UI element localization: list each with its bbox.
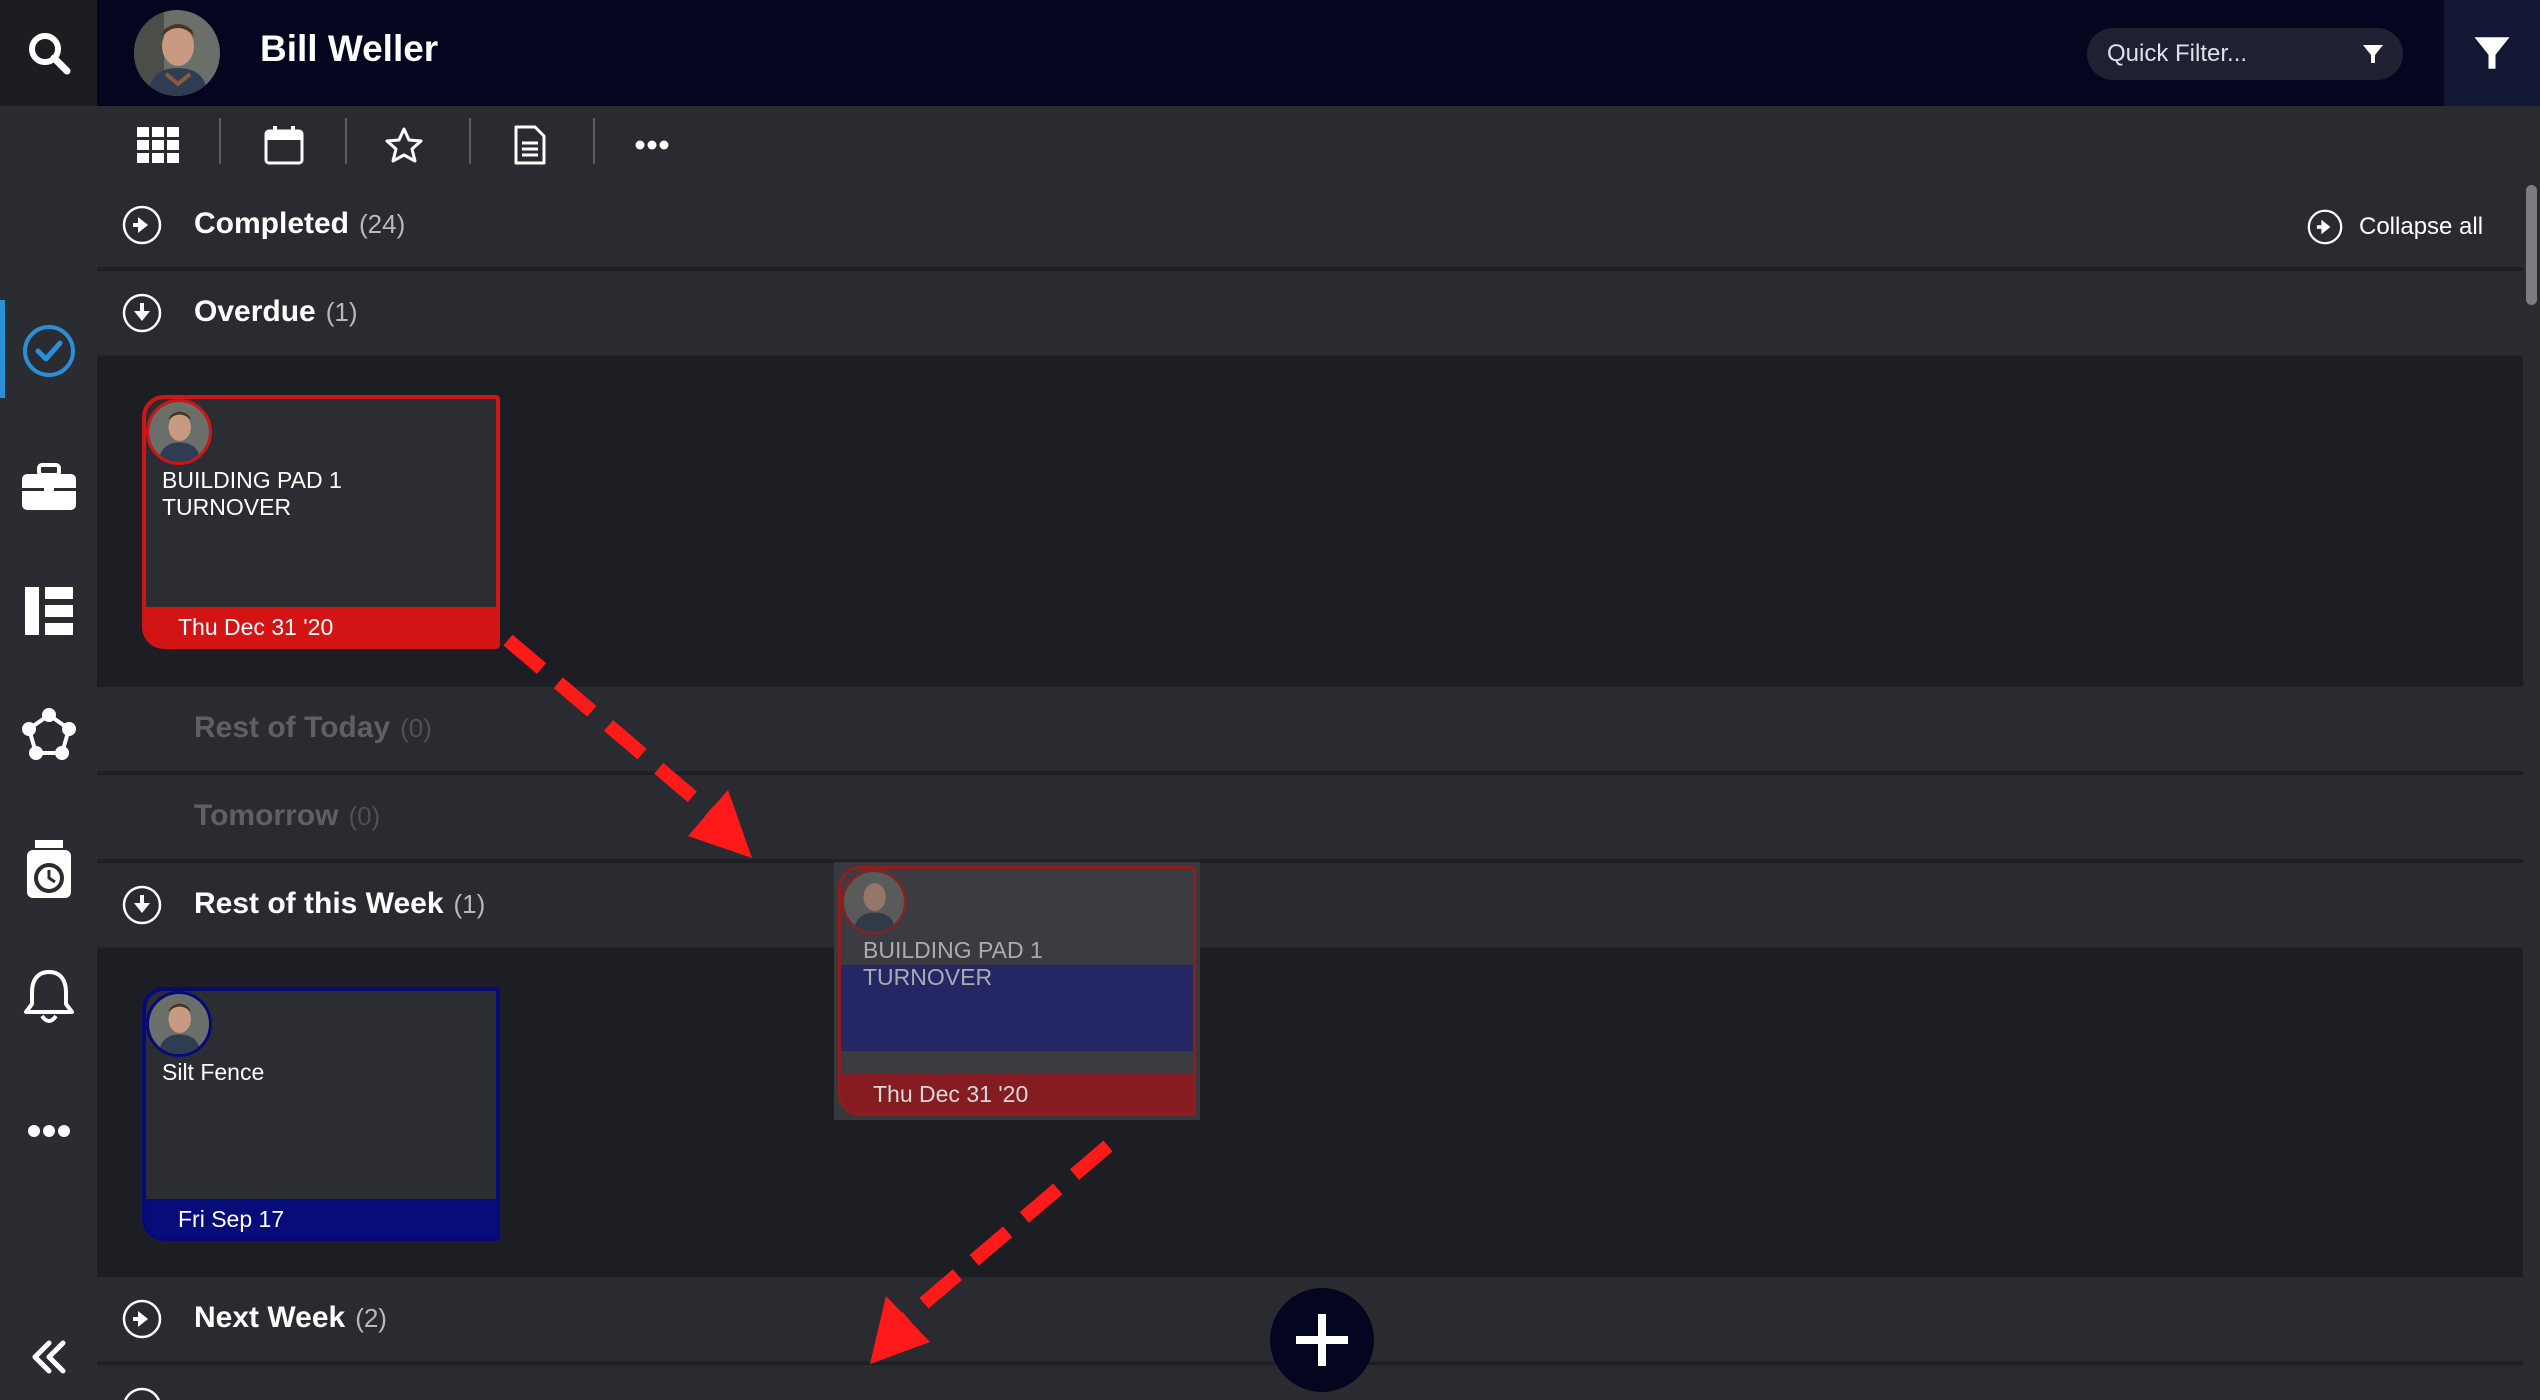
filter-icon bbox=[2363, 45, 2383, 63]
favorites-button[interactable] bbox=[379, 120, 429, 170]
collapse-arrow-icon[interactable] bbox=[122, 885, 162, 925]
app-window: Bill Weller Quick Filter... Completed (2… bbox=[0, 0, 2540, 1400]
group-overdue[interactable]: Overdue (1) bbox=[97, 271, 2523, 357]
user-photo bbox=[134, 10, 220, 96]
task-card[interactable]: BUILDING PAD 1 TURNOVER Thu Dec 31 '20 bbox=[142, 395, 500, 649]
document-icon bbox=[514, 125, 546, 165]
task-due-date: Thu Dec 31 '20 bbox=[873, 1081, 1029, 1107]
group-tomorrow: Tomorrow (0) bbox=[97, 775, 2523, 861]
user-photo bbox=[844, 872, 904, 932]
calendar-icon bbox=[264, 126, 304, 165]
task-due-bar: Fri Sep 17 bbox=[146, 1199, 496, 1237]
group-rest-of-today: Rest of Today (0) bbox=[97, 687, 2523, 773]
collapse-all-button[interactable]: Collapse all bbox=[2307, 207, 2483, 247]
search-icon bbox=[28, 33, 70, 75]
vertical-scrollbar[interactable] bbox=[2523, 183, 2540, 1400]
user-name: Bill Weller bbox=[260, 28, 439, 69]
check-circle-icon bbox=[22, 325, 75, 377]
toolbar-divider bbox=[345, 118, 347, 164]
expand-arrow-icon[interactable] bbox=[122, 1299, 162, 1339]
timer-device-icon bbox=[26, 840, 71, 898]
task-due-date: Thu Dec 31 '20 bbox=[178, 614, 334, 640]
collapse-all-label: Collapse all bbox=[2359, 213, 2484, 240]
grid-view-button[interactable] bbox=[133, 120, 183, 170]
group-count: (1) bbox=[453, 889, 486, 919]
add-task-button[interactable] bbox=[1270, 1288, 1374, 1392]
group-count: (0) bbox=[348, 801, 381, 831]
sidebar-item-notifications[interactable] bbox=[0, 952, 97, 1042]
task-card[interactable]: Silt Fence Fri Sep 17 bbox=[142, 987, 500, 1241]
filter-icon bbox=[2474, 37, 2510, 69]
sidebar-item-network[interactable] bbox=[0, 690, 97, 780]
collapse-sidebar-button[interactable] bbox=[0, 1312, 97, 1400]
sidebar-item-boards[interactable] bbox=[0, 566, 97, 656]
search-button[interactable] bbox=[0, 0, 97, 106]
group-label: Tomorrow (0) bbox=[194, 799, 381, 832]
board-icon bbox=[24, 587, 73, 635]
more-options-button[interactable] bbox=[627, 120, 677, 170]
task-due-bar: Thu Dec 31 '20 bbox=[146, 607, 496, 645]
sidebar-item-more[interactable] bbox=[0, 1086, 97, 1176]
avatar bbox=[841, 869, 907, 935]
toolbar-divider bbox=[219, 118, 221, 164]
group-count: (24) bbox=[359, 209, 406, 239]
task-list: Completed(24) Collapse all Overdue(1) bbox=[97, 183, 2523, 1400]
plus-icon bbox=[1296, 1314, 1348, 1366]
task-due-bar: Thu Dec 31 '20 bbox=[841, 1073, 1193, 1113]
expand-arrow-icon[interactable] bbox=[122, 205, 162, 245]
sidebar-item-timesheet[interactable] bbox=[0, 824, 97, 914]
expand-arrow-icon bbox=[2307, 209, 2343, 245]
week-panel: Silt Fence Fri Sep 17 bbox=[97, 951, 2523, 1277]
briefcase-icon bbox=[21, 463, 76, 510]
network-icon bbox=[21, 708, 76, 760]
sidebar-item-projects[interactable] bbox=[0, 442, 97, 532]
task-title: BUILDING PAD 1 TURNOVER bbox=[863, 937, 1043, 990]
header-bar: Bill Weller Quick Filter... bbox=[97, 0, 2444, 106]
grid-icon bbox=[137, 127, 179, 163]
avatar bbox=[146, 399, 212, 465]
collapse-arrow-icon[interactable] bbox=[122, 293, 162, 333]
group-count: (0) bbox=[400, 713, 432, 743]
star-icon bbox=[385, 127, 423, 163]
task-due-date: Fri Sep 17 bbox=[178, 1206, 285, 1232]
filter-button[interactable] bbox=[2444, 0, 2540, 106]
group-completed[interactable]: Completed (24) Collapse all bbox=[97, 183, 2523, 269]
group-count: (2) bbox=[355, 1303, 387, 1333]
scrollbar-thumb[interactable] bbox=[2526, 185, 2537, 305]
quick-filter-input[interactable]: Quick Filter... bbox=[2087, 28, 2403, 80]
left-sidebar bbox=[0, 0, 97, 1400]
group-label: Rest of Today (0) bbox=[194, 711, 432, 744]
documents-button[interactable] bbox=[505, 120, 555, 170]
expand-arrow-icon bbox=[124, 1387, 160, 1400]
user-photo bbox=[149, 994, 209, 1054]
more-icon bbox=[635, 140, 669, 150]
sidebar-item-tasks[interactable] bbox=[0, 306, 97, 396]
task-title: Silt Fence bbox=[162, 1059, 265, 1085]
group-rest-of-week[interactable]: Rest of this Week (1) bbox=[97, 863, 2523, 949]
group-count: (1) bbox=[325, 297, 358, 327]
group-label: Overdue (1) bbox=[194, 295, 358, 328]
dragging-card-body: BUILDING PAD 1 TURNOVER Thu Dec 31 '20 bbox=[838, 866, 1196, 1116]
avatar[interactable] bbox=[134, 10, 220, 96]
bell-icon bbox=[23, 970, 74, 1023]
group-label: Rest of this Week (1) bbox=[194, 887, 486, 920]
more-icon bbox=[27, 1125, 70, 1137]
overdue-panel: BUILDING PAD 1 TURNOVER Thu Dec 31 '20 bbox=[97, 359, 2523, 687]
toolbar-divider bbox=[469, 118, 471, 164]
group-label: Next Week (2) bbox=[194, 1301, 387, 1334]
view-toolbar bbox=[97, 106, 2540, 183]
calendar-view-button[interactable] bbox=[259, 120, 309, 170]
dragging-task-card[interactable]: BUILDING PAD 1 TURNOVER Thu Dec 31 '20 bbox=[834, 862, 1200, 1120]
user-photo bbox=[149, 402, 209, 462]
avatar bbox=[146, 991, 212, 1057]
task-title: BUILDING PAD 1 TURNOVER bbox=[162, 467, 342, 520]
toolbar-divider bbox=[593, 118, 595, 164]
quick-filter-placeholder: Quick Filter... bbox=[2107, 40, 2248, 67]
group-label: Completed (24) bbox=[194, 207, 406, 240]
double-chevron-left-icon bbox=[32, 1340, 65, 1374]
